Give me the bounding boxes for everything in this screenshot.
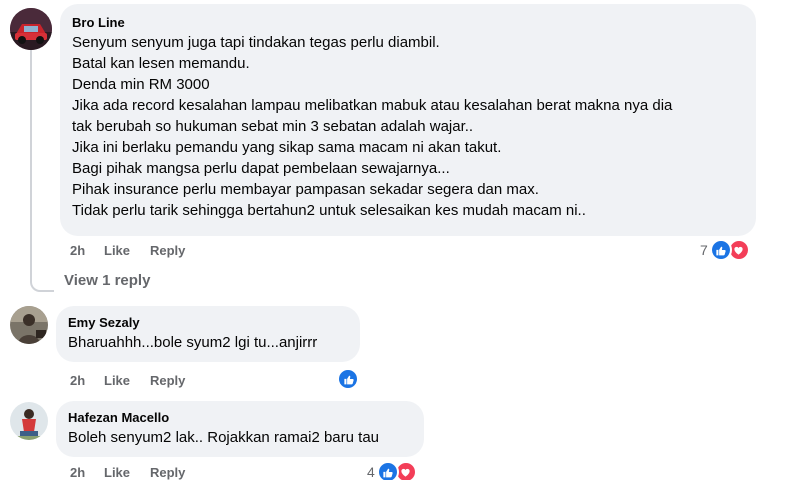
comment-bubble: Hafezan Macello Boleh senyum2 lak.. Roja… (56, 401, 424, 457)
reaction-count: 4 (367, 464, 375, 480)
comment-line: Jika ini berlaku pemandu yang sikap sama… (72, 139, 502, 156)
like-button[interactable]: Like (104, 243, 150, 258)
comment-line: tak berubah so hukuman sebat min 3 sebat… (72, 118, 474, 135)
comment-line: Senyum senyum juga tapi tindakan tegas p… (72, 34, 440, 51)
comment-line: Batal kan lesen memandu. (72, 55, 250, 72)
comment-line: Boleh senyum2 lak.. Rojakkan ramai2 baru… (68, 429, 380, 446)
like-icon (709, 239, 732, 261)
comment-line: Bharuahhh...bole syum2 lgi tu...anjirrr (68, 334, 318, 351)
comment-bubble: Emy Sezaly Bharuahhh...bole syum2 lgi tu… (56, 306, 360, 362)
reaction-summary[interactable]: 7 (700, 239, 750, 261)
comment-line: Bagi pihak mangsa perlu dapat pembelaan … (72, 160, 450, 177)
comment-line: Pihak insurance perlu membayar pampasan … (72, 181, 539, 198)
like-button[interactable]: Like (104, 465, 150, 480)
comment-actions: 2h Like Reply (70, 373, 185, 388)
comment-timestamp[interactable]: 2h (70, 465, 104, 480)
like-button[interactable]: Like (104, 373, 150, 388)
avatar[interactable] (10, 402, 48, 440)
like-icon (337, 368, 359, 390)
comment-line: Jika ada record kesalahan lampau melibat… (72, 97, 673, 114)
comment-timestamp[interactable]: 2h (70, 373, 104, 388)
reaction-summary[interactable] (337, 368, 359, 390)
comment-author[interactable]: Bro Line (72, 15, 744, 30)
comment-actions: 2h Like Reply (70, 465, 185, 480)
thread-line-curve (30, 278, 54, 292)
like-icon (376, 461, 399, 480)
person-avatar-image (10, 306, 48, 344)
comment-timestamp[interactable]: 2h (70, 243, 104, 258)
reaction-summary[interactable]: 4 (367, 461, 417, 480)
reply-button[interactable]: Reply (150, 373, 185, 388)
person-avatar-image (10, 402, 48, 440)
comment-line: Tidak perlu tarik sehingga bertahun2 unt… (72, 202, 586, 219)
view-replies-link[interactable]: View 1 reply (64, 272, 150, 289)
comment-actions: 2h Like Reply (70, 243, 185, 258)
comment-author[interactable]: Hafezan Macello (68, 410, 412, 425)
comment-bubble: Bro Line Senyum senyum juga tapi tindaka… (60, 4, 756, 236)
car-avatar-image (10, 8, 52, 50)
reply-button[interactable]: Reply (150, 465, 185, 480)
avatar[interactable] (10, 306, 48, 344)
reply-button[interactable]: Reply (150, 243, 185, 258)
comment-text: Senyum senyum juga tapi tindakan tegas p… (72, 32, 744, 221)
thread-line (30, 50, 32, 280)
avatar[interactable] (10, 8, 52, 50)
comment-author[interactable]: Emy Sezaly (68, 315, 348, 330)
comment-line: Denda min RM 3000 (72, 76, 210, 93)
reaction-count: 7 (700, 242, 708, 258)
